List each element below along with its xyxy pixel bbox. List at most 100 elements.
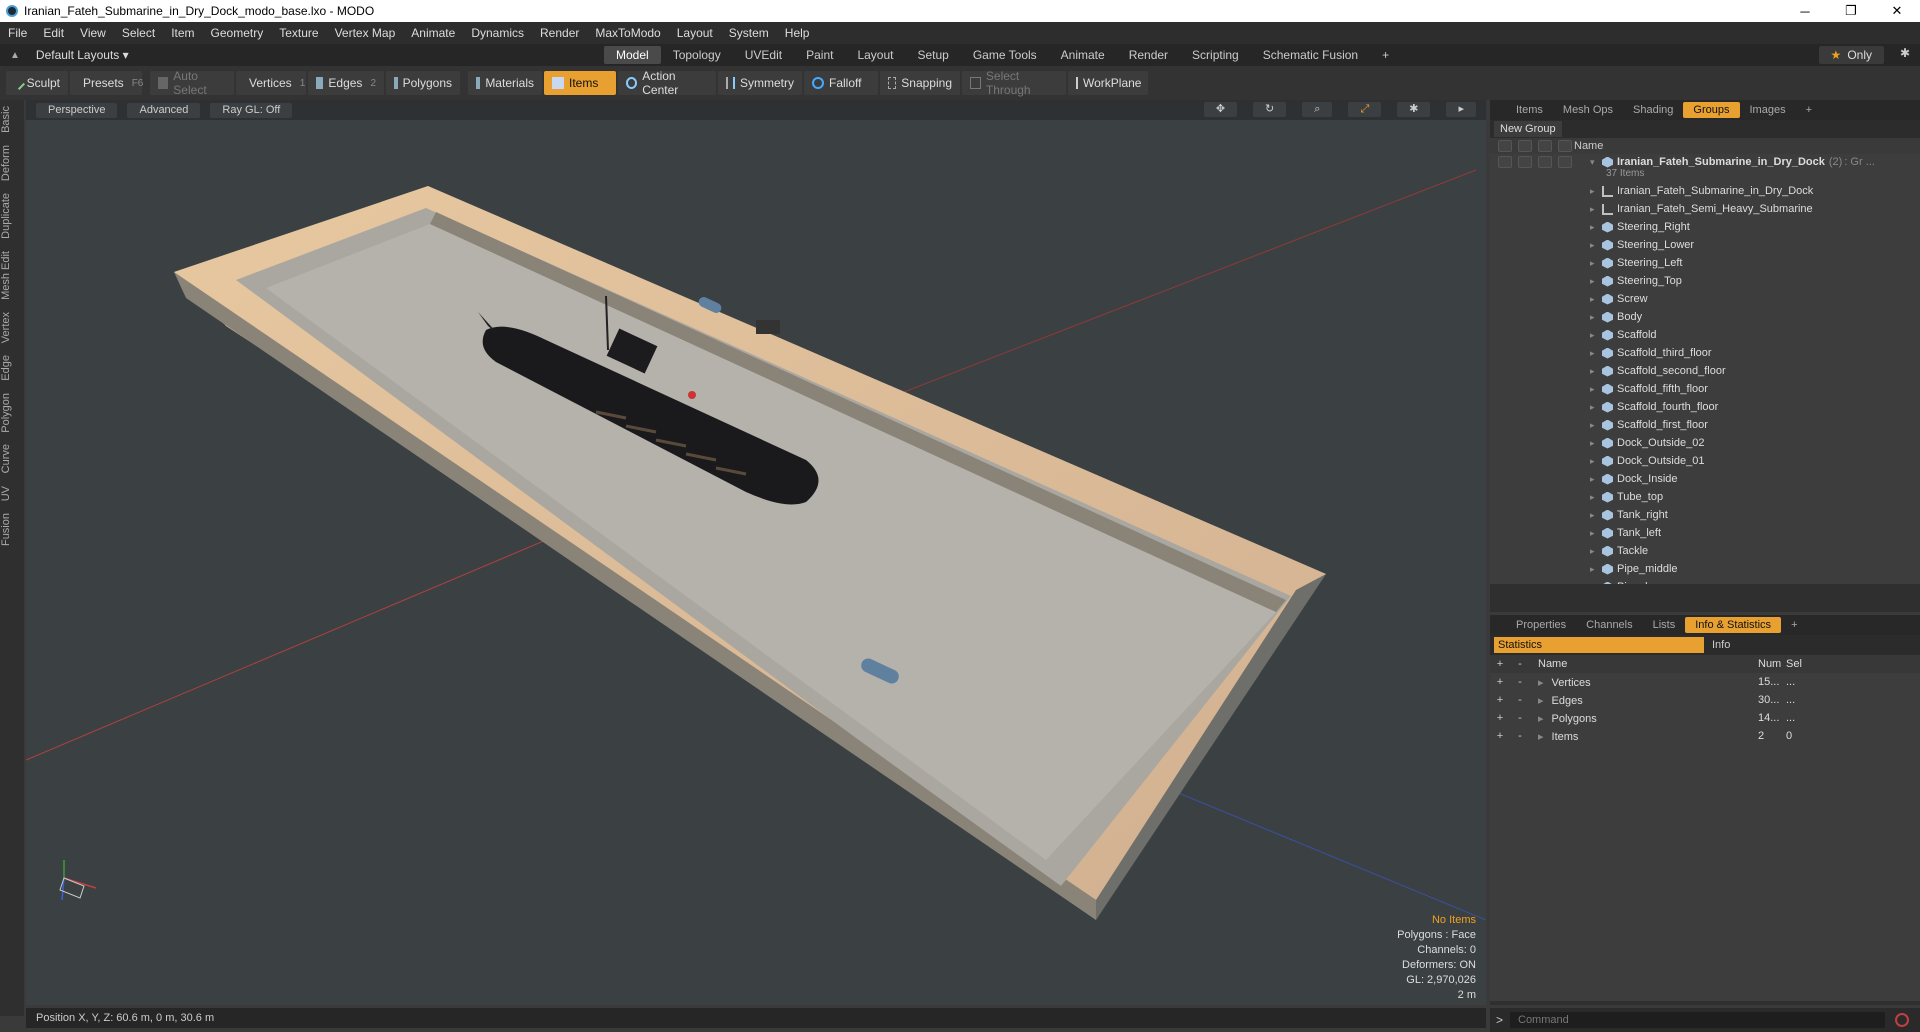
panel-tab-properties[interactable]: Properties	[1506, 617, 1576, 633]
tab-game-tools[interactable]: Game Tools	[961, 46, 1049, 64]
stat-plus-button[interactable]: +	[1490, 676, 1510, 688]
expand-arrow-icon[interactable]: ▸	[1590, 546, 1602, 557]
tab-render[interactable]: Render	[1117, 46, 1180, 64]
expand-arrow-icon[interactable]: ▸	[1590, 330, 1602, 341]
expand-arrow-icon[interactable]: ▸	[1590, 204, 1602, 215]
3d-viewport[interactable]: Perspective Advanced Ray GL: Off ✥ ↻ ⌕ ⤢…	[26, 100, 1486, 1005]
stat-minus-button[interactable]: -	[1510, 730, 1530, 742]
tab-paint[interactable]: Paint	[794, 46, 845, 64]
group-item-row[interactable]: ▸ Tackle	[1490, 542, 1920, 560]
group-item-row[interactable]: ▸ Scaffold_third_floor	[1490, 344, 1920, 362]
expand-arrow-icon[interactable]: ▸	[1590, 276, 1602, 287]
group-item-row[interactable]: ▸ Scaffold	[1490, 326, 1920, 344]
stat-row[interactable]: + - ▸ Polygons 14......	[1490, 709, 1920, 727]
expand-arrow-icon[interactable]: ▸	[1590, 564, 1602, 575]
tab-topology[interactable]: Topology	[661, 46, 733, 64]
group-item-row[interactable]: ▸ Steering_Right	[1490, 218, 1920, 236]
vertices-button[interactable]: Vertices 1	[236, 71, 306, 95]
group-item-row[interactable]: ▸ Iranian_Fateh_Semi_Heavy_Submarine	[1490, 200, 1920, 218]
tab-uvedit[interactable]: UVEdit	[733, 46, 794, 64]
menu-view[interactable]: View	[72, 26, 114, 40]
collapse-all-button[interactable]: -	[1510, 658, 1530, 670]
panel-tab-shading[interactable]: Shading	[1623, 102, 1683, 118]
expand-arrow-icon[interactable]: ▸	[1590, 312, 1602, 323]
group-item-row[interactable]: ▸ Scaffold_first_floor	[1490, 416, 1920, 434]
expand-arrow-icon[interactable]: ▸	[1590, 474, 1602, 485]
stat-plus-button[interactable]: +	[1490, 694, 1510, 706]
polygons-button[interactable]: Polygons	[386, 71, 460, 95]
stat-minus-button[interactable]: -	[1510, 694, 1530, 706]
menu-maxtomodo[interactable]: MaxToModo	[587, 26, 668, 40]
pan-icon[interactable]: ✥	[1203, 102, 1238, 117]
raygl-button[interactable]: Ray GL: Off	[210, 102, 293, 118]
group-item-row[interactable]: ▸ Steering_Lower	[1490, 236, 1920, 254]
expand-arrow-icon[interactable]: ▸	[1590, 384, 1602, 395]
record-icon[interactable]	[1895, 1013, 1909, 1027]
group-item-row[interactable]: ▸ Dock_Outside_01	[1490, 452, 1920, 470]
command-input[interactable]: Command	[1510, 1012, 1885, 1028]
expand-arrow-icon[interactable]: ▸	[1590, 456, 1602, 467]
stat-plus-button[interactable]: +	[1490, 712, 1510, 724]
tool-tab-duplicate[interactable]: Duplicate	[0, 187, 24, 245]
panel-tab-channels[interactable]: Channels	[1576, 617, 1642, 633]
statistics-tab[interactable]: Statistics	[1494, 637, 1704, 653]
group-root-row[interactable]: ▾ Iranian_Fateh_Submarine_in_Dry_Dock (2):…	[1490, 154, 1920, 182]
group-item-row[interactable]: ▸ Scaffold_fourth_floor	[1490, 398, 1920, 416]
action-center-button[interactable]: Action Center	[618, 69, 716, 97]
group-item-row[interactable]: ▸ Dock_Outside_02	[1490, 434, 1920, 452]
menu-help[interactable]: Help	[777, 26, 818, 40]
zoom-icon[interactable]: ⌕	[1302, 102, 1333, 117]
add-tab-button[interactable]: +	[1370, 46, 1401, 64]
menu-vertex-map[interactable]: Vertex Map	[327, 26, 404, 40]
snapping-button[interactable]: Snapping	[880, 71, 960, 95]
panel-tab-groups[interactable]: Groups	[1683, 102, 1740, 118]
render-toggle[interactable]	[1558, 156, 1572, 168]
menu-layout[interactable]: Layout	[669, 26, 721, 40]
expand-arrow-icon[interactable]: ▸	[1538, 713, 1544, 725]
tool-tab-mesh-edit[interactable]: Mesh Edit	[0, 245, 24, 306]
symmetry-button[interactable]: Symmetry	[718, 71, 802, 95]
add-bottom-tab-button[interactable]: +	[1781, 617, 1807, 633]
gear-icon[interactable]: ✱	[1900, 46, 1910, 60]
panel-tab-items[interactable]: Items	[1506, 102, 1553, 118]
view-mode-button[interactable]: Perspective	[36, 102, 118, 118]
add-panel-tab-button[interactable]: +	[1796, 102, 1822, 118]
name-column-header[interactable]: Name	[1574, 140, 1603, 152]
stat-row[interactable]: + - ▸ Vertices 15......	[1490, 673, 1920, 691]
info-tab[interactable]: Info	[1712, 639, 1730, 651]
group-item-row[interactable]: ▸ Scaffold_fifth_floor	[1490, 380, 1920, 398]
menu-render[interactable]: Render	[532, 26, 587, 40]
expand-arrow-icon[interactable]: ▸	[1590, 366, 1602, 377]
collapse-arrow-icon[interactable]: ▾	[1590, 157, 1602, 168]
tab-model[interactable]: Model	[604, 46, 661, 64]
tool-tab-edge[interactable]: Edge	[0, 349, 24, 387]
expand-arrow-icon[interactable]: ▸	[1590, 258, 1602, 269]
tab-setup[interactable]: Setup	[905, 46, 960, 64]
panel-tab-mesh-ops[interactable]: Mesh Ops	[1553, 102, 1623, 118]
menu-select[interactable]: Select	[114, 26, 163, 40]
lock-icon[interactable]	[1518, 156, 1532, 168]
tool-tab-uv[interactable]: UV	[0, 480, 24, 507]
group-item-row[interactable]: ▸ Pipe_lower	[1490, 578, 1920, 584]
eye-icon[interactable]	[1498, 156, 1512, 168]
expand-arrow-icon[interactable]: ▸	[1590, 222, 1602, 233]
expand-arrow-icon[interactable]: ▸	[1590, 402, 1602, 413]
menu-geometry[interactable]: Geometry	[203, 26, 272, 40]
rotate-icon[interactable]: ↻	[1253, 102, 1287, 117]
group-item-row[interactable]: ▸ Steering_Top	[1490, 272, 1920, 290]
group-item-row[interactable]: ▸ Iranian_Fateh_Submarine_in_Dry_Dock	[1490, 182, 1920, 200]
menu-texture[interactable]: Texture	[271, 26, 326, 40]
expand-arrow-icon[interactable]: ▸	[1590, 294, 1602, 305]
expand-arrow-icon[interactable]: ▸	[1538, 677, 1544, 689]
menu-dynamics[interactable]: Dynamics	[463, 26, 532, 40]
menu-animate[interactable]: Animate	[403, 26, 463, 40]
tab-schematic-fusion[interactable]: Schematic Fusion	[1251, 46, 1370, 64]
edges-button[interactable]: Edges 2	[308, 71, 384, 95]
tool-tab-polygon[interactable]: Polygon	[0, 387, 24, 439]
menu-system[interactable]: System	[721, 26, 777, 40]
group-item-row[interactable]: ▸ Tank_left	[1490, 524, 1920, 542]
group-item-row[interactable]: ▸ Screw	[1490, 290, 1920, 308]
expand-arrow-icon[interactable]: ▸	[1590, 510, 1602, 521]
items-button[interactable]: Items	[544, 71, 616, 95]
group-item-row[interactable]: ▸ Tube_top	[1490, 488, 1920, 506]
